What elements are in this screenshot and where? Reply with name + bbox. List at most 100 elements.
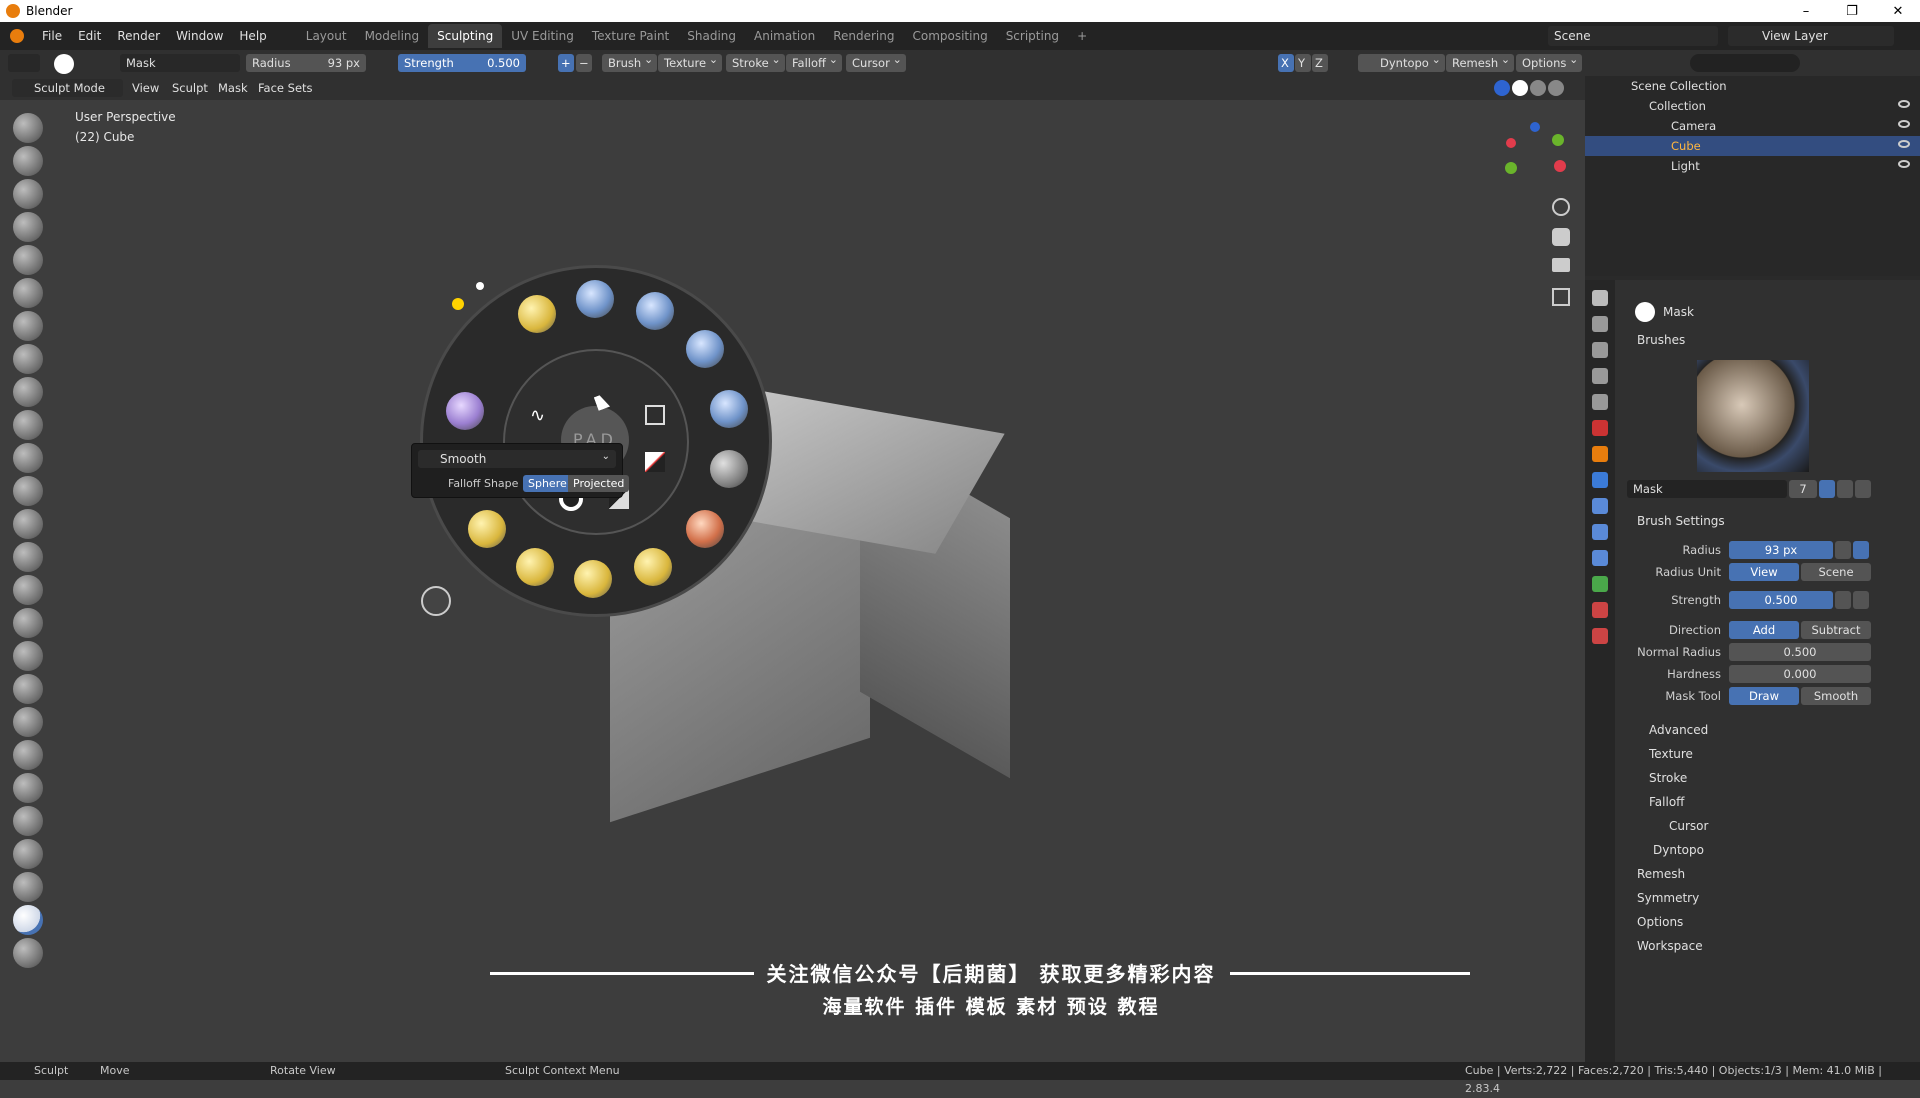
object-tab-icon[interactable] [1592,446,1608,462]
add-direction-button[interactable]: + [558,54,574,72]
menu-file[interactable]: File [34,22,70,50]
tab-layout[interactable]: Layout [297,24,356,48]
texture-tab-icon[interactable] [1592,628,1608,644]
pie-draw-sharp-icon[interactable] [636,292,674,330]
tool-blob-icon[interactable] [13,344,43,374]
direction-add[interactable]: Add [1729,621,1799,639]
advanced-subpanel[interactable]: Advanced [1649,723,1708,737]
texture-subpanel[interactable]: Texture [1649,747,1693,761]
view-layer-selector[interactable]: View Layer [1728,26,1894,46]
tool-nudge-icon[interactable] [13,773,43,803]
outliner-row-collection[interactable]: Collection [1585,96,1920,116]
dyntopo-panel[interactable]: Dyntopo [1653,843,1704,857]
tool-clay-icon[interactable] [13,179,43,209]
pie-crease-icon[interactable] [686,510,724,548]
physics-tab-icon[interactable] [1592,524,1608,540]
particles-tab-icon[interactable] [1592,498,1608,514]
symmetry-x-toggle[interactable]: X [1278,54,1294,72]
tool-flatten-icon[interactable] [13,443,43,473]
tab-scripting[interactable]: Scripting [997,24,1068,48]
menu-view[interactable]: View [132,79,159,97]
strength-unified-icon[interactable] [1853,591,1869,609]
unlink-brush-icon[interactable] [1855,480,1871,498]
mask-tool-draw[interactable]: Draw [1729,687,1799,705]
radius-unit-scene[interactable]: Scene [1801,563,1871,581]
brush-icon[interactable] [54,54,74,74]
outliner-search-input[interactable] [1690,54,1800,72]
tool-crease-icon[interactable] [13,377,43,407]
menu-window[interactable]: Window [168,22,231,50]
brush-dropdown[interactable]: Brush [602,51,658,72]
blender-menu-icon[interactable] [10,29,24,43]
workspace-panel[interactable]: Workspace [1637,939,1703,953]
output-tab-icon[interactable] [1592,342,1608,358]
normal-radius-field[interactable]: 0.500 [1729,643,1871,661]
strength-field[interactable]: 0.500 [1729,591,1833,609]
menu-mask[interactable]: Mask [218,79,248,97]
tool-draw-icon[interactable] [13,113,43,143]
outliner-row-cube[interactable]: Cube [1585,136,1920,156]
add-workspace-button[interactable]: + [1068,24,1096,48]
rendered-shading-icon[interactable] [1548,80,1564,96]
close-button[interactable]: ✕ [1875,0,1920,22]
tool-fill-icon[interactable] [13,476,43,506]
pie-draw-face-sets-icon[interactable] [518,295,556,333]
duplicate-brush-icon[interactable] [1837,480,1853,498]
falloff-dropdown[interactable]: Falloff [786,51,842,72]
remesh-dropdown[interactable]: Remesh [1446,51,1515,72]
menu-sculpt[interactable]: Sculpt [172,79,208,97]
pie-texture-icon[interactable] [645,452,665,472]
menu-face-sets[interactable]: Face Sets [258,79,313,97]
tool-draw-sharp-icon[interactable] [13,146,43,176]
pie-clay-icon[interactable] [686,330,724,368]
view-layer-tab-icon[interactable] [1592,368,1608,384]
tab-sculpting[interactable]: Sculpting [428,24,503,48]
tab-rendering[interactable]: Rendering [824,24,903,48]
pie-stroke-icon[interactable]: ∿ [530,405,545,426]
data-tab-icon[interactable] [1592,576,1608,592]
tool-pinch-icon[interactable] [13,575,43,605]
falloff-subpanel[interactable]: Falloff [1649,795,1684,809]
stroke-dropdown[interactable]: Stroke [726,51,785,72]
pie-pinch-icon[interactable] [634,548,672,586]
radius-pressure-icon[interactable] [1835,541,1851,559]
sphere-toggle[interactable]: Sphere [523,475,572,492]
solid-shading-icon[interactable] [1512,80,1528,96]
minimize-button[interactable]: – [1783,0,1829,22]
tool-scrape-icon[interactable] [13,509,43,539]
direction-subtract[interactable]: Subtract [1801,621,1871,639]
scene-selector[interactable]: Scene [1548,26,1718,46]
fake-user-icon[interactable] [1819,480,1835,498]
pie-grid-icon[interactable] [645,405,665,425]
options-dropdown[interactable]: Options [1516,51,1583,72]
light-visibility-icon[interactable] [1898,160,1910,168]
tab-shading[interactable]: Shading [678,24,745,48]
collection-visibility-icon[interactable] [1898,100,1910,108]
stroke-subpanel[interactable]: Stroke [1649,771,1687,785]
radius-unit-view[interactable]: View [1729,563,1799,581]
zoom-icon[interactable] [1552,198,1570,216]
tool-multiplane-scrape-icon[interactable] [13,542,43,572]
radius-field[interactable]: Radius 93 px [246,54,366,72]
tool-draw-face-sets-icon[interactable] [13,938,43,968]
tab-uv-editing[interactable]: UV Editing [502,24,583,48]
ortho-grid-icon[interactable] [1552,288,1570,306]
tool-tab-icon[interactable] [1592,290,1608,306]
pie-grab-icon[interactable] [468,510,506,548]
tool-smooth-icon[interactable] [13,410,43,440]
cube-visibility-icon[interactable] [1898,140,1910,148]
outliner-row-light[interactable]: Light [1585,156,1920,176]
options-panel[interactable]: Options [1637,915,1683,929]
outliner-row-camera[interactable]: Camera [1585,116,1920,136]
cursor-dropdown[interactable]: Cursor [846,51,906,72]
edit-pie-icon[interactable] [421,586,451,616]
menu-edit[interactable]: Edit [70,22,109,50]
world-tab-icon[interactable] [1592,420,1608,436]
tool-boundary-icon[interactable] [13,872,43,902]
symmetry-z-toggle[interactable]: Z [1312,54,1328,72]
pie-thumb-icon[interactable] [516,548,554,586]
brush-name-field[interactable]: Mask [1627,480,1787,498]
strength-pressure-icon[interactable] [1835,591,1851,609]
tab-compositing[interactable]: Compositing [903,24,996,48]
tool-grab-icon[interactable] [13,608,43,638]
